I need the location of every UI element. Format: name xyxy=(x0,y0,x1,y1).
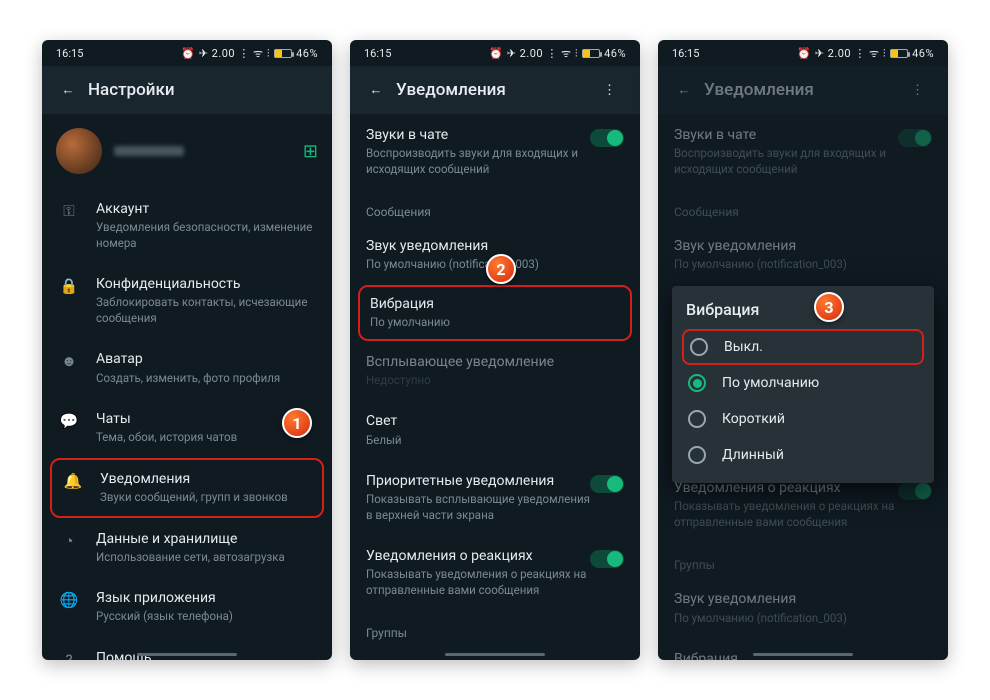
setting-chat-sounds: Звуки в чате Воспроизводить звуки для вх… xyxy=(658,114,948,189)
radio-icon xyxy=(688,374,706,392)
app-header: ← Уведомления ⋮ xyxy=(350,66,640,114)
home-indicator xyxy=(753,653,853,656)
face-icon: ☻ xyxy=(58,352,80,370)
status-bar: 16:15 ⏰ ✈ 2.00 ⋮ ᯤ ⫶ 46% xyxy=(42,40,332,66)
status-bar: 16:15 ⏰ ✈ 2.00 ⋮ ᯤ ⫶ 46% xyxy=(658,40,948,66)
status-right: ⏰ ✈ 2.00 ⋮ ᯤ ⫶ 46% xyxy=(181,46,318,61)
globe-icon: 🌐 xyxy=(58,591,80,609)
lock-icon: 🔒 xyxy=(58,277,80,295)
back-button[interactable]: ← xyxy=(48,70,88,110)
radio-icon xyxy=(688,410,706,428)
chat-icon: 💬 xyxy=(58,412,80,430)
bell-icon: 🔔 xyxy=(62,472,84,490)
profile-row[interactable]: ⊞ xyxy=(42,114,332,188)
profile-name-blurred xyxy=(114,146,184,156)
section-messages: Сообщения xyxy=(350,189,640,225)
setting-reactions[interactable]: Уведомления о реакциях Показывать уведом… xyxy=(350,535,640,610)
home-indicator xyxy=(137,653,237,656)
setting-popup: Всплывающее уведомление Недоступно xyxy=(350,341,640,401)
status-time: 16:15 xyxy=(364,47,391,60)
toggle-reactions[interactable] xyxy=(590,550,624,568)
radio-icon xyxy=(688,446,706,464)
battery-icon xyxy=(582,49,600,58)
vibration-option-short[interactable]: Короткий xyxy=(686,401,920,437)
help-icon: ? xyxy=(58,651,80,660)
setting-priority[interactable]: Приоритетные уведомления Показывать вспл… xyxy=(350,460,640,535)
setting-vibration[interactable]: Вибрация По умолчанию xyxy=(358,285,632,341)
settings-item-help[interactable]: ? Помощь Справочный центр, связь с нами,… xyxy=(42,637,332,660)
vibration-dialog: Вибрация Выкл. По умолчанию Короткий Дли… xyxy=(672,286,934,483)
setting-group-sound: Звук уведомления По умолчанию (notificat… xyxy=(658,578,948,638)
page-title: Настройки xyxy=(88,80,322,100)
section-groups: Группы xyxy=(658,542,948,578)
section-messages: Сообщения xyxy=(658,189,948,225)
vibration-option-off[interactable]: Выкл. xyxy=(682,329,924,365)
step-badge-2: 2 xyxy=(486,254,516,284)
toggle-chat-sounds[interactable] xyxy=(590,129,624,147)
toggle-priority[interactable] xyxy=(590,475,624,493)
menu-button[interactable]: ⋮ xyxy=(590,70,630,110)
radio-icon xyxy=(690,338,708,356)
status-right: ⏰ ✈ 2.00 ⋮ ᯤ ⫶ 46% xyxy=(489,46,626,61)
status-bar: 16:15 ⏰ ✈ 2.00 ⋮ ᯤ ⫶ 46% xyxy=(350,40,640,66)
dialog-title: Вибрация xyxy=(686,300,920,319)
toggle-chat-sounds xyxy=(898,129,932,147)
toggle-reactions xyxy=(898,482,932,500)
battery-icon xyxy=(890,49,908,58)
status-right: ⏰ ✈ 2.00 ⋮ ᯤ ⫶ 46% xyxy=(797,46,934,61)
back-button: ← xyxy=(664,70,704,110)
setting-chat-sounds[interactable]: Звуки в чате Воспроизводить звуки для вх… xyxy=(350,114,640,189)
app-header: ← Уведомления ⋮ xyxy=(658,66,948,114)
battery-icon xyxy=(274,49,292,58)
key-icon: ⚿ xyxy=(58,202,80,220)
page-title: Уведомления xyxy=(704,80,898,100)
home-indicator xyxy=(445,653,545,656)
settings-item-account[interactable]: ⚿ Аккаунт Уведомления безопасности, изме… xyxy=(42,188,332,263)
app-header: ← Настройки xyxy=(42,66,332,114)
vibration-option-long[interactable]: Длинный xyxy=(686,437,920,473)
section-groups: Группы xyxy=(350,610,640,646)
step-badge-3: 3 xyxy=(814,292,844,322)
page-title: Уведомления xyxy=(396,80,590,100)
menu-button: ⋮ xyxy=(898,70,938,110)
setting-group-vibration: Вибрация По умолчанию xyxy=(658,638,948,660)
settings-item-data[interactable]: ◔ Данные и хранилище Использование сети,… xyxy=(42,518,332,578)
step-badge-1: 1 xyxy=(282,408,312,438)
data-icon: ◔ xyxy=(58,532,80,550)
settings-item-language[interactable]: 🌐 Язык приложения Русский (язык телефона… xyxy=(42,577,332,637)
qr-icon[interactable]: ⊞ xyxy=(303,141,318,162)
settings-item-avatar[interactable]: ☻ Аватар Создать, изменить, фото профиля xyxy=(42,338,332,398)
vibration-option-default[interactable]: По умолчанию xyxy=(686,365,920,401)
status-time: 16:15 xyxy=(672,47,699,60)
setting-light[interactable]: Свет Белый xyxy=(350,400,640,460)
status-time: 16:15 xyxy=(56,47,83,60)
settings-item-privacy[interactable]: 🔒 Конфиденциальность Заблокировать конта… xyxy=(42,263,332,338)
back-button[interactable]: ← xyxy=(356,70,396,110)
settings-item-notifications[interactable]: 🔔 Уведомления Звуки сообщений, групп и з… xyxy=(50,458,324,518)
avatar xyxy=(56,128,102,174)
setting-notification-sound: Звук уведомления По умолчанию (notificat… xyxy=(658,225,948,285)
